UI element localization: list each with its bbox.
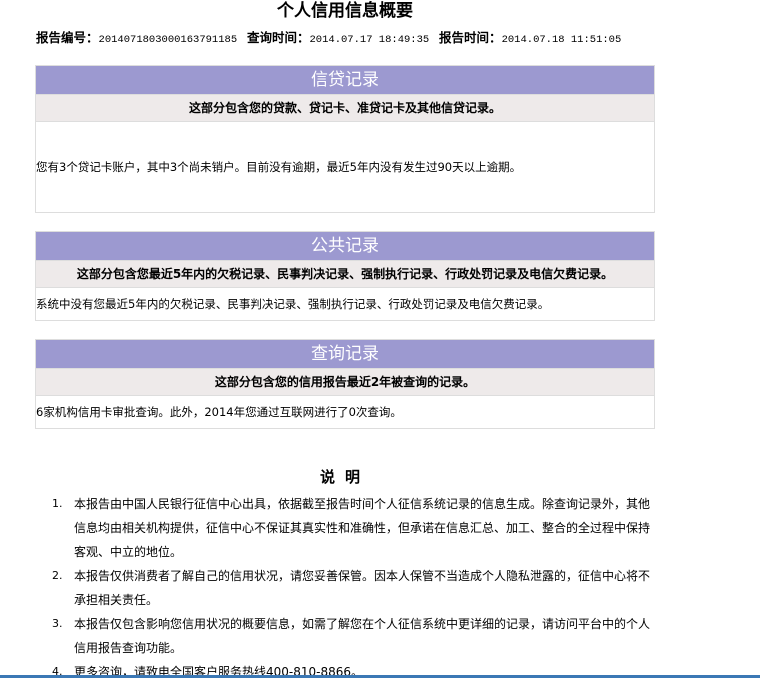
query-time-label: 查询时间： (246, 30, 310, 45)
report-time-label: 报告时间： (439, 30, 502, 45)
query-time: 2014.07.17 18:49:35 (309, 34, 430, 46)
page-title: 个人信用信息概要 (277, 1, 413, 21)
note-text: 本报告仅包含影响您信用状况的概要信息，如需了解您在个人征信系统中更详细的记录，请… (74, 617, 651, 655)
note-text: 本报告由中国人民银行征信中心出具，依据截至报告时间个人征信系统记录的信息生成。除… (74, 497, 651, 559)
note-number: 4. (52, 665, 63, 678)
note-item: 1. 本报告由中国人民银行征信中心出具，依据截至报告时间个人征信系统记录的信息生成… (52, 492, 657, 564)
public-records-section: 公共记录 这部分包含您最近5年内的欠税记录、民事判决记录、强制执行记录、行政处罚… (35, 231, 655, 321)
section-title: 信贷记录 (36, 66, 654, 95)
section-subtitle: 这部分包含您的贷款、贷记卡、准贷记卡及其他信贷记录。 (36, 95, 654, 122)
section-title: 查询记录 (36, 340, 654, 369)
report-no: 2014071803000163791185 (98, 34, 238, 46)
report-no-label: 报告编号： (36, 30, 99, 45)
section-body: 6家机构信用卡审批查询。此外，2014年您通过互联网进行了0次查询。 (36, 405, 402, 419)
report-meta: 报告编号：2014071803000163791185 查询时间：2014.07… (36, 27, 627, 46)
query-records-section: 查询记录 这部分包含您的信用报告最近2年被查询的记录。 6家机构信用卡审批查询。… (35, 339, 655, 429)
note-item: 3. 本报告仅包含影响您信用状况的概要信息，如需了解您在个人征信系统中更详细的记录… (52, 612, 657, 660)
section-subtitle: 这部分包含您最近5年内的欠税记录、民事判决记录、强制执行记录、行政处罚记录及电信… (36, 261, 654, 288)
section-body: 您有3个贷记卡账户，其中3个尚未销户。目前没有逾期，最近5年内没有发生过90天以… (36, 160, 522, 174)
notes-title: 说明 (319, 468, 370, 486)
note-item: 2. 本报告仅供消费者了解自己的信用状况，请您妥善保管。因本人保管不当造成个人隐私… (52, 564, 657, 612)
report-time: 2014.07.18 11:51:05 (501, 34, 622, 46)
section-body: 系统中没有您最近5年内的欠税记录、民事判决记录、强制执行记录、行政处罚记录及电信… (36, 297, 550, 311)
section-title: 公共记录 (36, 232, 654, 261)
credit-records-section: 信贷记录 这部分包含您的贷款、贷记卡、准贷记卡及其他信贷记录。 您有3个贷记卡账… (35, 65, 655, 213)
note-number: 2. (52, 569, 63, 582)
note-item: 4. 更多咨询，请致电全国客户服务热线400-810-8866。 (52, 660, 657, 684)
note-text: 本报告仅供消费者了解自己的信用状况，请您妥善保管。因本人保管不当造成个人隐私泄露… (74, 569, 651, 607)
note-number: 3. (52, 617, 63, 630)
notes-list: 1. 本报告由中国人民银行征信中心出具，依据截至报告时间个人征信系统记录的信息生成… (52, 492, 657, 684)
note-number: 1. (52, 497, 63, 510)
section-subtitle: 这部分包含您的信用报告最近2年被查询的记录。 (36, 369, 654, 396)
note-text: 更多咨询，请致电全国客户服务热线400-810-8866。 (74, 665, 364, 679)
